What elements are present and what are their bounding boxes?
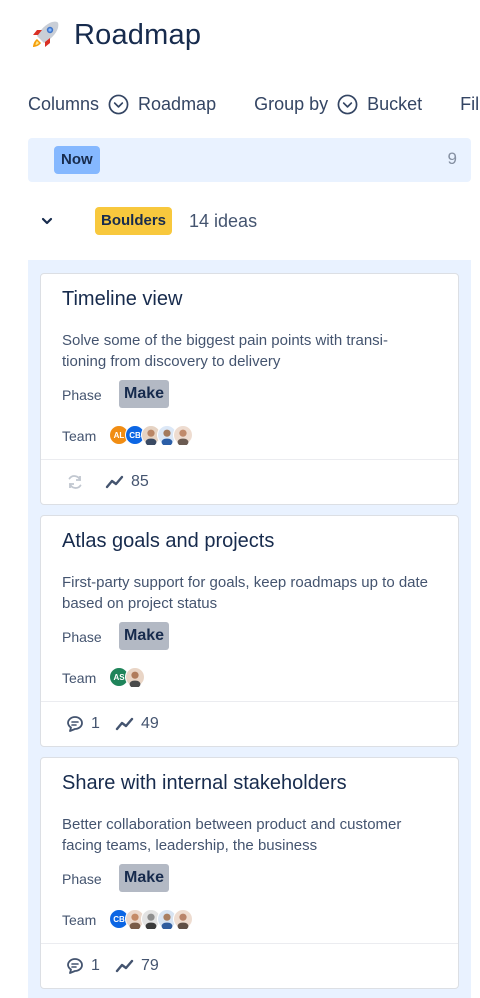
card-title: Share with internal stakeholders xyxy=(62,772,347,794)
phase-label: Phase xyxy=(62,871,102,887)
avatar xyxy=(173,909,193,929)
chevron-down-circle-icon xyxy=(337,94,358,115)
group-by-label: Group by xyxy=(254,94,329,114)
group-idea-count: 14 ideas xyxy=(189,210,258,231)
votes-count[interactable]: 85 xyxy=(105,472,149,492)
card-title: Timeline view xyxy=(62,288,183,310)
idea-card[interactable]: Timeline view Solve some of the biggest … xyxy=(40,273,459,505)
team-label: Team xyxy=(62,428,97,444)
votes-count[interactable]: 79 xyxy=(115,956,159,976)
team-label: Team xyxy=(62,912,97,928)
votes-value: 49 xyxy=(141,715,159,732)
phase-label: Phase xyxy=(62,629,102,645)
trend-icon xyxy=(115,717,134,731)
team-avatars: AS xyxy=(109,667,145,687)
refresh-icon xyxy=(68,475,82,489)
column-idea-count: 9 xyxy=(447,149,457,168)
comments-count[interactable]: 1 xyxy=(65,714,100,734)
group-label-chip: Boulders xyxy=(95,207,173,235)
phase-chip: Make xyxy=(119,864,170,892)
card-description: First-party support for goals, keep road… xyxy=(62,574,429,612)
page-title: Roadmap xyxy=(74,18,202,51)
column-header-now[interactable]: Now 9 xyxy=(28,138,471,182)
card-description: Better collaboration between product and… xyxy=(62,816,402,854)
filter-label: Fil xyxy=(460,94,480,114)
columns-value: Roadmap xyxy=(138,94,217,114)
group-by-selector[interactable]: Group by Bucket xyxy=(254,94,422,115)
card-footer: 1 49 xyxy=(41,701,458,746)
chevron-down-circle-icon xyxy=(108,94,129,115)
page-header: Roadmap xyxy=(28,18,201,52)
card-description: Solve some of the biggest pain points wi… xyxy=(62,332,389,370)
team-avatars: AL CB xyxy=(109,425,193,445)
card-footer: 1 79 xyxy=(41,943,458,988)
trend-icon xyxy=(105,475,124,489)
rocket-icon xyxy=(33,21,59,47)
columns-label: Columns xyxy=(28,94,100,114)
chevron-down-icon[interactable] xyxy=(40,214,54,228)
comments-value: 1 xyxy=(91,715,100,732)
card-title: Atlas goals and projects xyxy=(62,530,275,552)
comments-value: 1 xyxy=(91,957,100,974)
comment-icon xyxy=(67,716,83,732)
group-header-boulders: Boulders 14 ideas xyxy=(40,207,257,235)
comments-count[interactable]: 1 xyxy=(65,956,100,976)
votes-value: 79 xyxy=(141,957,159,974)
column-label-chip: Now xyxy=(54,146,100,174)
votes-value: 85 xyxy=(131,473,149,490)
avatar xyxy=(125,667,145,687)
card-footer: 85 xyxy=(41,459,458,504)
idea-card[interactable]: Atlas goals and projects First-party sup… xyxy=(40,515,459,747)
idea-card[interactable]: Share with internal stakeholders Better … xyxy=(40,757,459,989)
team-avatars: CB xyxy=(109,909,193,929)
sync-status xyxy=(65,472,91,492)
avatar xyxy=(173,425,193,445)
columns-selector[interactable]: Columns Roadmap xyxy=(28,94,216,115)
comment-icon xyxy=(67,958,83,974)
votes-count[interactable]: 49 xyxy=(115,714,159,734)
phase-label: Phase xyxy=(62,387,102,403)
trend-icon xyxy=(115,959,134,973)
group-by-value: Bucket xyxy=(367,94,423,114)
phase-chip: Make xyxy=(119,380,170,408)
phase-chip: Make xyxy=(119,622,170,650)
team-label: Team xyxy=(62,670,97,686)
view-toolbar: Columns Roadmap Group by Bucket Fil xyxy=(28,94,480,115)
filter-selector[interactable]: Fil xyxy=(460,94,480,115)
swimlane: Timeline view Solve some of the biggest … xyxy=(28,260,471,998)
